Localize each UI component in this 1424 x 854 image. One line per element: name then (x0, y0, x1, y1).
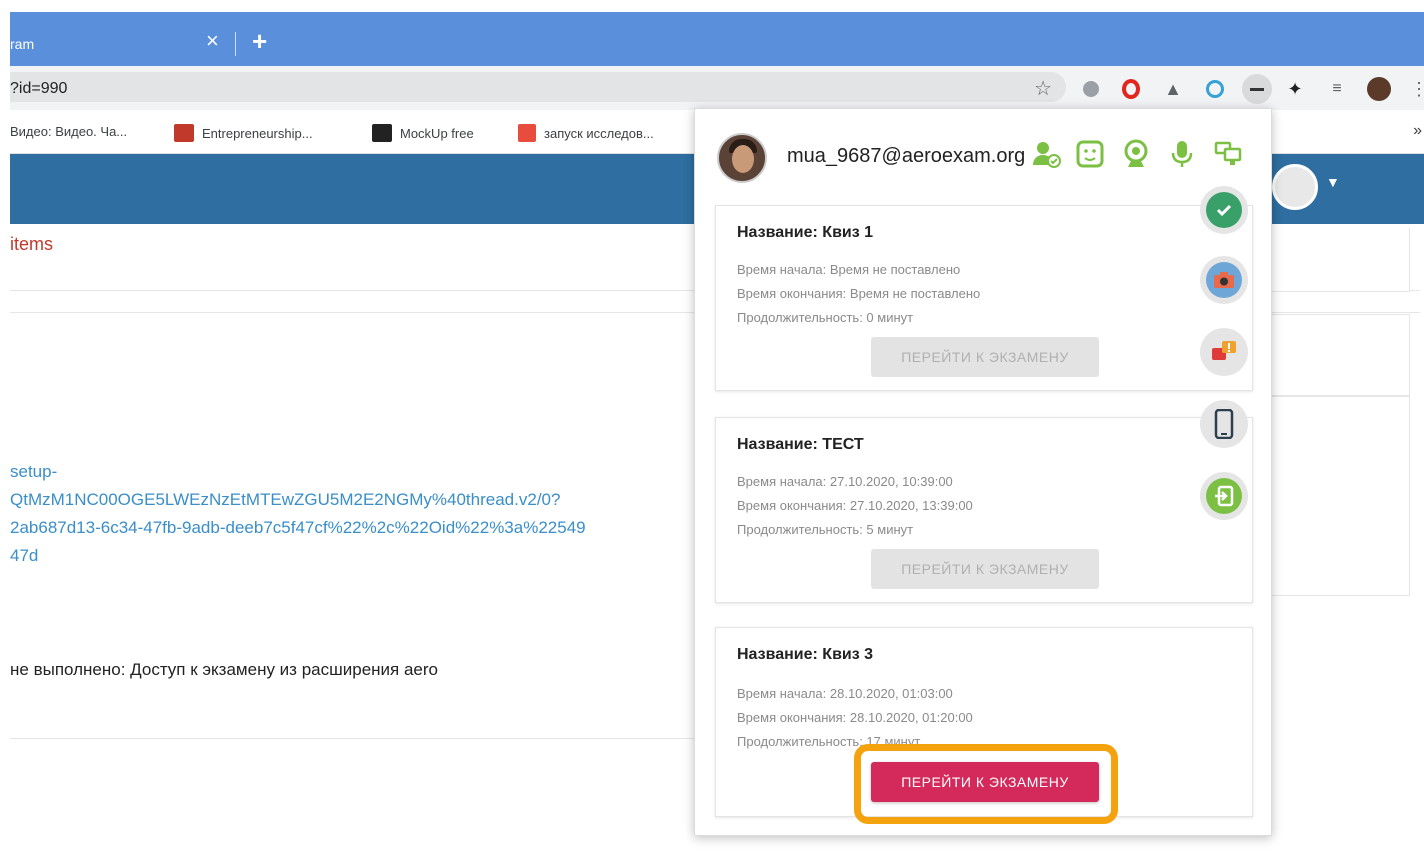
side-card (1262, 314, 1410, 396)
go-to-exam-button[interactable]: ПЕРЕЙТИ К ЭКЗАМЕНУ (871, 762, 1099, 802)
exam-card: Название: Квиз 3 Время начала: 28.10.202… (715, 627, 1253, 817)
user-avatar[interactable] (1272, 164, 1318, 210)
url-field[interactable]: ?id=990 ☆ (10, 72, 1066, 102)
camera-button[interactable] (1200, 256, 1248, 304)
webcam-icon[interactable] (1119, 137, 1153, 171)
phone-icon (1206, 406, 1242, 442)
puzzle-icon[interactable]: ✦ (1282, 76, 1308, 102)
drive-icon[interactable]: ▲ (1160, 76, 1186, 102)
bookmark-item[interactable]: MockUp free (372, 124, 474, 142)
exam-duration: Продолжительность: 17 минут (737, 734, 921, 749)
meeting-link[interactable]: setup- (10, 462, 57, 482)
divider (10, 738, 700, 739)
bookmark-item[interactable]: Видео: Видео. Ча... (10, 124, 127, 139)
exam-title: Название: Квиз 3 (737, 646, 874, 663)
exam-card: Название: ТЕСТ Время начала: 27.10.2020,… (715, 417, 1253, 603)
minus-icon[interactable] (1242, 74, 1272, 104)
tab-bar: ram × + (10, 12, 1424, 66)
timer-icon[interactable] (1202, 76, 1228, 102)
go-to-exam-button[interactable]: ПЕРЕЙТИ К ЭКЗАМЕНУ (871, 337, 1099, 377)
bookmark-favicon (174, 124, 194, 142)
chat-alert-button[interactable] (1200, 328, 1248, 376)
exam-start-time: Время начала: 28.10.2020, 01:03:00 (737, 686, 953, 701)
grey-circle-icon[interactable] (1078, 76, 1104, 102)
profile-icon[interactable] (1366, 76, 1392, 102)
exam-card: Название: Квиз 1 Время начала: Время не … (715, 205, 1253, 391)
exam-start-time: Время начала: Время не поставлено (737, 262, 961, 277)
chat-alert-icon (1206, 334, 1242, 370)
check-icon (1206, 192, 1242, 228)
tab-title[interactable]: ram (10, 36, 34, 52)
bookmark-favicon (372, 124, 392, 142)
new-tab-icon[interactable]: + (252, 28, 267, 54)
exam-start-time: Время начала: 27.10.2020, 10:39:00 (737, 474, 953, 489)
face-id-icon[interactable] (1073, 137, 1107, 171)
exam-end-time: Время окончания: 27.10.2020, 13:39:00 (737, 498, 973, 513)
exit-button[interactable] (1200, 472, 1248, 520)
user-status-icon[interactable] (1029, 137, 1063, 171)
meeting-link[interactable]: QtMzM1NC00OGE5LWEzNzEtMTEwZGU5M2E2NGMy%4… (10, 490, 560, 510)
meeting-link[interactable]: 47d (10, 546, 38, 566)
user-email: mua_9687@aeroexam.org (787, 145, 1026, 167)
user-photo (717, 133, 767, 183)
screen-share-icon[interactable] (1211, 137, 1245, 171)
exam-end-time: Время окончания: Время не поставлено (737, 286, 981, 301)
screen: ram × + ?id=990 ☆ ▲ ✦ ≡ ⋮ Видео: Видео. … (0, 0, 1424, 854)
go-to-exam-button[interactable]: ПЕРЕЙТИ К ЭКЗАМЕНУ (871, 549, 1099, 589)
side-card (1262, 228, 1410, 292)
check-button[interactable] (1200, 186, 1248, 234)
exit-icon (1206, 478, 1242, 514)
items-link[interactable]: items (10, 234, 53, 255)
microphone-icon[interactable] (1165, 137, 1199, 171)
bookmark-item[interactable]: запуск исследов... (518, 124, 654, 142)
bookmark-item[interactable]: Entrepreneurship... (174, 124, 313, 142)
bookmarks-more-icon[interactable]: » (1413, 122, 1422, 140)
exam-duration: Продолжительность: 5 минут (737, 522, 914, 537)
tab-close-icon[interactable]: × (206, 30, 219, 52)
opera-icon[interactable] (1118, 76, 1144, 102)
bookmark-favicon (518, 124, 536, 142)
meeting-link[interactable]: 2ab687d13-6c34-47fb-9adb-deeb7c5f47cf%22… (10, 518, 586, 538)
exam-title: Название: Квиз 1 (737, 224, 874, 241)
playlist-icon[interactable]: ≡ (1324, 76, 1350, 102)
tab-divider (235, 32, 236, 56)
phone-button[interactable] (1200, 400, 1248, 448)
completion-status: не выполнено: Доступ к экзамену из расши… (10, 660, 438, 679)
extension-popup: mua_9687@aeroexam.org Название: Квиз 1 В… (694, 108, 1272, 836)
camera-icon (1206, 262, 1242, 298)
caret-down-icon[interactable]: ▼ (1326, 174, 1340, 190)
exam-duration: Продолжительность: 0 минут (737, 310, 914, 325)
menu-icon[interactable]: ⋮ (1406, 76, 1424, 102)
url-text: ?id=990 (10, 80, 68, 97)
exam-title: Название: ТЕСТ (737, 436, 864, 453)
side-card (1262, 396, 1410, 596)
exam-end-time: Время окончания: 28.10.2020, 01:20:00 (737, 710, 973, 725)
bookmark-star-icon[interactable]: ☆ (1034, 76, 1052, 101)
